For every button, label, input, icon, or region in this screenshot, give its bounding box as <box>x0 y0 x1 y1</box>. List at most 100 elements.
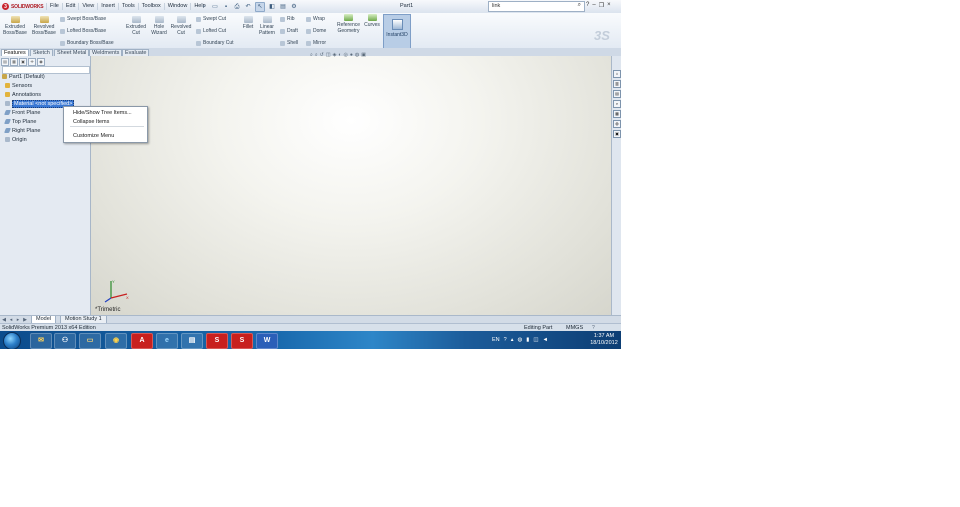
boundary-cut-button[interactable]: Boundary Cut <box>196 40 234 46</box>
chrome-icon[interactable]: ◉ <box>105 333 127 349</box>
network-status-icon[interactable]: ◫ <box>533 337 538 343</box>
solidworks-resources-icon[interactable]: ⌂ <box>613 70 621 78</box>
signal-icon[interactable]: ▮ <box>526 337 529 343</box>
minimize-icon[interactable]: – <box>592 2 595 9</box>
close-icon[interactable]: × <box>607 2 611 9</box>
curves-button[interactable]: Curves <box>363 14 381 28</box>
save-icon[interactable]: ▪ <box>222 3 230 11</box>
tab-features[interactable]: Features <box>1 49 29 56</box>
word-icon[interactable]: W <box>256 333 278 349</box>
menu-insert[interactable]: Insert <box>97 3 118 10</box>
search-icon[interactable]: ⌕ <box>578 2 581 9</box>
hole-wizard-button[interactable]: Hole Wizard <box>150 16 168 36</box>
tray-app-icon[interactable]: ◍ <box>517 337 522 343</box>
zoom-to-fit-icon[interactable]: ⌕ <box>310 52 313 58</box>
wrap-button[interactable]: Wrap <box>306 16 325 22</box>
mirror-button[interactable]: Mirror <box>306 40 326 46</box>
restore-icon[interactable]: ❐ <box>599 2 604 9</box>
view-orientation-icon[interactable]: ◈ <box>333 52 337 58</box>
tree-item-part[interactable]: Part1 (Default) <box>2 73 74 82</box>
hide-show-tree-items-menu-item[interactable]: Hide/Show Tree Items... <box>73 110 132 116</box>
network-icon[interactable]: ⚇ <box>54 333 76 349</box>
revolved-boss-button[interactable]: Revolved Boss/Base <box>30 16 58 36</box>
fillet-button[interactable]: Fillet <box>240 16 256 30</box>
clock[interactable]: 1:37 AM 18/10/2012 <box>589 333 619 347</box>
start-button[interactable] <box>3 332 21 349</box>
property-manager-icon[interactable]: ▦ <box>10 58 18 66</box>
tab-sheet-metal[interactable]: Sheet Metal <box>54 49 90 56</box>
dim-xpert-icon[interactable]: ✛ <box>28 58 36 66</box>
select-pointer-icon[interactable]: ↖ <box>255 2 265 12</box>
volume-icon[interactable]: ◄ <box>543 337 548 343</box>
internet-explorer-icon[interactable]: e <box>156 333 178 349</box>
tray-help-icon[interactable]: ? <box>504 337 507 343</box>
file-explorer-icon[interactable]: ▤ <box>613 90 621 98</box>
tab-weldments[interactable]: Weldments <box>89 49 123 56</box>
instant3d-button[interactable]: Instant3D <box>383 14 411 49</box>
display-manager-icon[interactable]: ◉ <box>37 58 45 66</box>
undo-icon[interactable]: ↶ <box>244 3 252 11</box>
language-indicator[interactable]: EN <box>492 337 500 343</box>
options-icon[interactable]: ⚙ <box>290 3 298 11</box>
email-icon[interactable]: ✉ <box>30 333 52 349</box>
menu-tools[interactable]: Tools <box>117 3 138 10</box>
plane-icon <box>4 110 11 116</box>
solidworks-logo[interactable]: 3 SOLIDWORKS <box>2 2 44 11</box>
design-library-icon[interactable]: ▥ <box>613 80 621 88</box>
tab-sketch[interactable]: Sketch <box>30 49 53 56</box>
tree-item-sensors[interactable]: Sensors <box>2 82 74 91</box>
revolved-cut-button[interactable]: Revolved Cut <box>169 16 193 36</box>
graphics-area[interactable]: ⌕ ⌕ ↺ ◫ ◈ ◐ ◎ ● ◍ ▣ Y X *Trimetric <box>91 52 611 315</box>
menu-file[interactable]: File <box>46 3 62 10</box>
collapse-items-menu-item[interactable]: Collapse Items <box>73 119 109 125</box>
draft-button[interactable]: Draft <box>280 28 298 34</box>
view-palette-icon[interactable]: ▦ <box>613 110 621 118</box>
show-hidden-icons-icon[interactable]: ▴ <box>511 337 514 343</box>
menu-view[interactable]: View <box>78 3 97 10</box>
previous-view-icon[interactable]: ↺ <box>320 52 324 58</box>
search-input[interactable] <box>489 2 567 10</box>
section-view-icon[interactable]: ◫ <box>326 52 331 58</box>
custom-properties-icon[interactable]: ▣ <box>613 130 621 138</box>
print-icon[interactable]: ⎙ <box>233 3 241 11</box>
view-settings-icon[interactable]: ▣ <box>361 52 366 58</box>
menu-toolbox[interactable]: Toolbox <box>137 3 164 10</box>
solidworks-taskbar-icon[interactable]: S <box>206 333 228 349</box>
lofted-boss-button[interactable]: Lofted Boss/Base <box>60 28 106 34</box>
customize-menu-menu-item[interactable]: Customize Menu <box>73 133 114 139</box>
hide-show-items-icon[interactable]: ◎ <box>343 52 347 58</box>
appearances-icon[interactable]: ◍ <box>613 120 621 128</box>
menu-edit[interactable]: Edit <box>61 3 78 10</box>
document-icon[interactable]: ▤ <box>181 333 203 349</box>
swept-cut-button[interactable]: Swept Cut <box>196 16 226 22</box>
acrobat-icon[interactable]: A <box>131 333 153 349</box>
swept-boss-button[interactable]: Swept Boss/Base <box>60 16 106 22</box>
open-folder-icon[interactable]: ▭ <box>211 3 219 11</box>
extruded-cut-button[interactable]: Extruded Cut <box>124 16 148 36</box>
reference-geometry-button[interactable]: Reference Geometry <box>335 14 362 34</box>
tree-item-annotations[interactable]: Annotations <box>2 91 74 100</box>
lofted-boss-label: Lofted Boss/Base <box>67 28 107 34</box>
rebuild-icon[interactable]: ◧ <box>268 3 276 11</box>
display-style-icon[interactable]: ◐ <box>338 52 341 58</box>
extruded-boss-button[interactable]: Extruded Boss/Base <box>3 16 27 36</box>
zoom-to-area-icon[interactable]: ⌕ <box>315 52 318 58</box>
lofted-cut-button[interactable]: Lofted Cut <box>196 28 226 34</box>
solidworks-explorer-icon[interactable]: S <box>231 333 253 349</box>
feature-manager-icon[interactable]: ▤ <box>1 58 9 66</box>
configuration-manager-icon[interactable]: ▣ <box>19 58 27 66</box>
tab-evaluate[interactable]: Evaluate <box>122 49 150 56</box>
file-properties-icon[interactable]: ▤ <box>279 3 287 11</box>
shell-button[interactable]: Shell <box>280 40 298 46</box>
rib-button[interactable]: Rib <box>280 16 295 22</box>
boundary-boss-button[interactable]: Boundary Boss/Base <box>60 40 114 46</box>
dome-button[interactable]: Dome <box>306 28 326 34</box>
menu-window[interactable]: Window <box>163 3 191 10</box>
search-results-icon[interactable]: ⌕ <box>613 100 621 108</box>
edit-appearance-icon[interactable]: ● <box>350 52 353 58</box>
linear-pattern-button[interactable]: Linear Pattern <box>257 16 277 36</box>
new-document-icon[interactable]: ▫ <box>200 3 208 11</box>
folder-icon[interactable]: ▭ <box>79 333 101 349</box>
apply-scene-icon[interactable]: ◍ <box>355 52 359 58</box>
help-icon[interactable]: ? <box>586 2 589 9</box>
